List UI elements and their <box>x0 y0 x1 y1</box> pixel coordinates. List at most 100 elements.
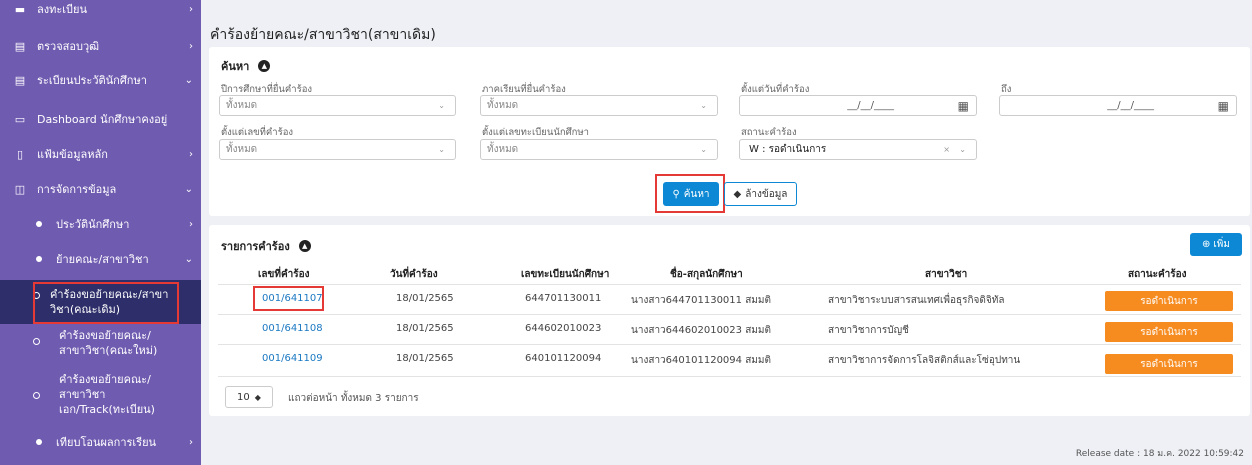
search-heading: ค้นหา <box>221 60 250 73</box>
sidebar-item-data-management[interactable]: ◫ การจัดการข้อมูล ⌄ <box>0 181 201 197</box>
status-badge: รอดำเนินการ <box>1105 354 1233 374</box>
calendar-icon[interactable]: ▦ <box>958 99 969 113</box>
chevron-right-icon: › <box>189 436 193 448</box>
chevron-right-icon: › <box>189 40 193 52</box>
sidebar-item-credit-transfer[interactable]: เทียบโอนผลการเรียน › <box>0 434 201 450</box>
bullet-icon <box>36 439 42 445</box>
sidebar-item-label: Dashboard นักศึกษาคงอยู่ <box>37 113 168 126</box>
bullet-icon <box>36 256 42 262</box>
release-date: Release date : 18 ม.ค. 2022 10:59:42 <box>1075 449 1244 459</box>
request-date: 18/01/2565 <box>396 323 454 334</box>
student-name: นางสาว644602010023 สมมติ <box>631 325 771 336</box>
monitor-icon: ▭ <box>14 112 26 126</box>
status-select[interactable]: W : รอดำเนินการ × ⌄ <box>739 139 977 160</box>
sidebar-item-dashboard[interactable]: ▭ Dashboard นักศึกษาคงอยู่ <box>0 111 201 127</box>
major-name: สาขาวิชาการจัดการโลจิสติกส์และโซ่อุปทาน <box>828 355 1021 366</box>
circle-icon <box>33 392 40 399</box>
select-value: ทั้งหมด <box>487 100 519 111</box>
chevron-down-icon: ⌄ <box>184 183 193 195</box>
list-card <box>209 225 1250 416</box>
select-value: ทั้งหมด <box>487 144 519 155</box>
sidebar-item-transfer-new-faculty[interactable]: คำร้องขอย้ายคณะ/สาขาวิชา(คณะใหม่) <box>0 328 201 362</box>
file-icon: ▯ <box>16 147 24 161</box>
sidebar-item-label: ระเบียนประวัตินักศึกษา <box>37 74 147 87</box>
sidebar-item-label: แฟ้มข้อมูลหลัก <box>37 148 108 161</box>
sidebar-item-label: คำร้องขอย้ายคณะ/สาขาวิชาเอก/Track(ทะเบีย… <box>59 373 155 416</box>
semester-select[interactable]: ทั้งหมด ⌄ <box>480 95 718 116</box>
chevron-down-icon: ⌄ <box>438 145 445 154</box>
academic-year-select[interactable]: ทั้งหมด ⌄ <box>219 95 456 116</box>
major-name: สาขาวิชาระบบสารสนเทศเพื่อธุรกิจดิจิทัล <box>828 295 1005 306</box>
chevron-up-icon: ▲ <box>258 60 271 72</box>
sidebar-item-master-data[interactable]: ▯ แฟ้มข้อมูลหลัก › <box>0 146 201 162</box>
sidebar-item-label: การจัดการข้อมูล <box>37 183 117 196</box>
clear-button-label: ล้างข้อมูล <box>745 188 788 200</box>
bullet-icon <box>36 221 42 227</box>
request-no-link[interactable]: 001/641108 <box>262 323 323 334</box>
request-no-link[interactable]: 001/641109 <box>262 353 323 364</box>
student-name: นางสาว640101120094 สมมติ <box>631 355 771 366</box>
column-header: สาขาวิชา <box>925 269 968 280</box>
chevron-down-icon: ⌄ <box>184 253 193 265</box>
chevron-right-icon: › <box>189 218 193 230</box>
page-size-select[interactable]: 10 ◆ <box>225 386 273 408</box>
document-icon: ▬ <box>14 2 26 16</box>
to-date-input[interactable]: __/__/____ ▦ <box>999 95 1237 116</box>
sidebar-item-label: ตรวจสอบวุฒิ <box>37 40 100 53</box>
chevron-right-icon: › <box>189 3 193 15</box>
sidebar-item-check-degree[interactable]: ▤ ตรวจสอบวุฒิ › <box>0 38 201 54</box>
field-label: ตั้งแต่เลขทะเบียนนักศึกษา <box>482 127 589 138</box>
sidebar-item-label: ย้ายคณะ/สาขาวิชา <box>56 253 149 266</box>
student-id-select[interactable]: ทั้งหมด ⌄ <box>480 139 718 160</box>
table-icon: ▤ <box>14 39 26 53</box>
divider <box>218 344 1241 345</box>
page-size-value: 10 <box>237 391 250 403</box>
student-id: 644602010023 <box>525 323 602 334</box>
add-button[interactable]: ⊕ เพิ่ม <box>1190 233 1242 256</box>
sidebar-item-label: ประวัตินักศึกษา <box>56 218 130 231</box>
field-label: สถานะคำร้อง <box>741 127 797 138</box>
sidebar-item-transfer-track[interactable]: คำร้องขอย้ายคณะ/สาขาวิชาเอก/Track(ทะเบีย… <box>0 372 201 418</box>
status-badge: รอดำเนินการ <box>1105 322 1233 342</box>
divider <box>218 376 1241 377</box>
date-value: __/__/____ <box>847 100 894 111</box>
chevron-up-icon: ▲ <box>298 240 311 252</box>
chevron-right-icon: › <box>189 148 193 160</box>
sidebar-item-student-history[interactable]: ประวัตินักศึกษา › <box>0 216 201 232</box>
circle-icon <box>33 338 40 345</box>
divider <box>218 284 1241 285</box>
sidebar: ▬ ลงทะเบียน › ▤ ตรวจสอบวุฒิ › ▤ ระเบียนป… <box>0 0 201 465</box>
column-header: ชื่อ-สกุลนักศึกษา <box>670 269 743 280</box>
chevron-down-icon: ⌄ <box>438 101 445 110</box>
student-name: นางสาว644701130011 สมมติ <box>631 295 771 306</box>
highlight-box <box>655 174 725 213</box>
column-header: เลขที่คำร้อง <box>258 269 310 280</box>
sidebar-item-label: ลงทะเบียน <box>37 3 87 16</box>
sidebar-item-transfer-major[interactable]: ย้ายคณะ/สาขาวิชา ⌄ <box>0 251 201 267</box>
sidebar-item-register[interactable]: ▬ ลงทะเบียน › <box>0 2 201 17</box>
highlight-box <box>33 282 179 324</box>
page-title: คำร้องย้ายคณะ/สาขาวิชา(สาขาเดิม) <box>210 27 436 43</box>
request-date: 18/01/2565 <box>396 353 454 364</box>
request-date: 18/01/2565 <box>396 293 454 304</box>
from-date-input[interactable]: __/__/____ ▦ <box>739 95 977 116</box>
request-no-select[interactable]: ทั้งหมด ⌄ <box>219 139 456 160</box>
table-icon: ▤ <box>14 73 26 87</box>
screens-icon: ◫ <box>14 182 26 196</box>
column-header: เลขทะเบียนนักศึกษา <box>521 269 610 280</box>
divider <box>218 314 1241 315</box>
major-name: สาขาวิชาการบัญชี <box>828 325 909 336</box>
list-header[interactable]: รายการคำร้อง ▲ <box>221 237 311 255</box>
sidebar-item-label: เทียบโอนผลการเรียน <box>56 436 157 449</box>
sidebar-item-student-records[interactable]: ▤ ระเบียนประวัตินักศึกษา ⌄ <box>0 72 201 88</box>
date-value: __/__/____ <box>1107 100 1154 111</box>
search-header[interactable]: ค้นหา ▲ <box>221 57 271 75</box>
highlight-box <box>253 286 324 311</box>
clear-icon[interactable]: × <box>943 145 950 154</box>
clear-button[interactable]: ◆ ล้างข้อมูล <box>724 182 797 206</box>
chevron-down-icon: ⌄ <box>184 74 193 86</box>
student-id: 644701130011 <box>525 293 602 304</box>
select-value: W : รอดำเนินการ <box>749 144 827 155</box>
calendar-icon[interactable]: ▦ <box>1218 99 1229 113</box>
select-value: ทั้งหมด <box>226 100 258 111</box>
